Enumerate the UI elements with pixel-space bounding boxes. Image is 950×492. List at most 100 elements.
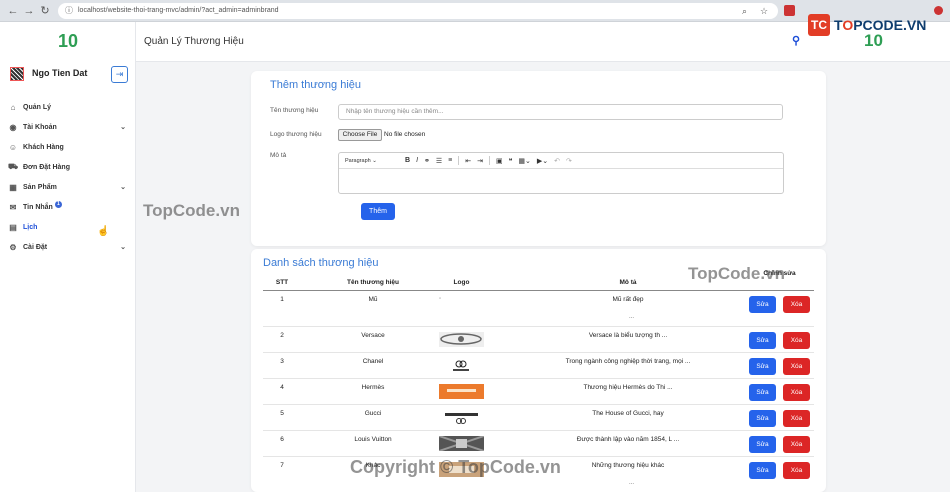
bold-icon[interactable]: B [405, 157, 410, 164]
edit-button[interactable]: Sửa [749, 436, 776, 453]
undo-icon[interactable]: ↶ [554, 157, 560, 165]
calendar-icon: ▤ [9, 222, 17, 232]
name-label: Tên thương hiệu [270, 107, 319, 114]
add-brand-button[interactable]: Thêm [361, 203, 395, 220]
delete-button[interactable]: Xóa [783, 358, 810, 375]
profile-icon[interactable] [934, 6, 943, 15]
brand-name-input[interactable]: Nhập tên thương hiệu cần thêm... [338, 104, 783, 120]
sidebar-item-tin-nhan[interactable]: ✉ Tin Nhắn 1 [8, 200, 130, 214]
paragraph-select[interactable]: Paragraph ⌄ [345, 158, 405, 164]
topcode-brand: TC TOPCODE.VN [808, 10, 932, 40]
delete-button[interactable]: Xóa [783, 436, 810, 453]
cell-name: Khác [365, 462, 381, 469]
cell-stt: 4 [280, 384, 284, 391]
edit-button[interactable]: Sửa [749, 462, 776, 479]
table-row: 6 Louis Vuitton Được thành lập vào năm 1… [263, 432, 814, 457]
edit-button[interactable]: Sửa [749, 296, 776, 313]
cell-description: Trong ngành công nghiệp thời trang, mọi … [565, 358, 691, 365]
cell-stt: 7 [280, 462, 284, 469]
outdent-icon[interactable]: ⇤ [465, 157, 471, 165]
search-icon[interactable]: ⚲ [792, 34, 800, 47]
table-row: 4 Hermès Thương hiệu Hermès do Thi ... S… [263, 380, 814, 405]
header-actions: Chỉnh sửa [763, 270, 796, 277]
watermark: TopCode.vn [143, 201, 240, 220]
forward-icon[interactable]: → [22, 4, 36, 18]
star-icon[interactable]: ☆ [760, 3, 768, 19]
sidebar-item-don-dat-hang[interactable]: ⛟ Đơn Đặt Hàng [8, 160, 130, 174]
gear-icon: ⚙ [9, 242, 17, 252]
logo-label: Logo thương hiệu [270, 131, 322, 138]
brand-list-title: Danh sách thương hiệu [263, 257, 379, 269]
hermes-logo [439, 384, 484, 399]
image-icon[interactable]: ▣ [496, 157, 503, 165]
description-editor[interactable]: Paragraph ⌄ B I ⚭ ☰ ≡ ⇤ ⇥ ▣ ❝ ▦⌄ ▶⌄ ↶ ↷ [338, 152, 784, 194]
sidebar-item-lich[interactable]: ▤ Lịch [8, 220, 130, 234]
gucci-logo [439, 410, 484, 425]
cell-description: Versace là biểu tượng th ... [588, 332, 668, 339]
numbered-list-icon[interactable]: ≡ [448, 157, 452, 164]
cell-description: Mũ rất đẹp [612, 296, 644, 303]
page-title: Quản Lý Thương Hiệu [144, 36, 244, 47]
sidebar-item-tai-khoan[interactable]: ◉ Tài Khoản ⌄ [8, 120, 130, 134]
cart-icon: ⛟ [8, 162, 19, 171]
delete-button[interactable]: Xóa [783, 410, 810, 427]
delete-button[interactable]: Xóa [783, 296, 810, 313]
table-icon[interactable]: ▦⌄ [518, 157, 530, 165]
cell-name: Mũ [368, 296, 378, 303]
sidebar-item-cai-dat[interactable]: ⚙ Cài Đặt ⌄ [8, 240, 130, 254]
redo-icon[interactable]: ↷ [566, 157, 572, 165]
italic-icon[interactable]: I [416, 157, 418, 164]
edit-button[interactable]: Sửa [749, 384, 776, 401]
zoom-icon[interactable]: ⌕ [742, 3, 747, 19]
chevron-down-icon: ⌄ [120, 124, 126, 131]
sidebar-logo[interactable]: 10 [58, 31, 78, 52]
delete-button[interactable]: Xóa [783, 462, 810, 479]
description-label: Mô tả [270, 152, 287, 159]
extension-icon[interactable] [784, 5, 795, 16]
delete-button[interactable]: Xóa [783, 384, 810, 401]
user-box: Ngo Tien Dat ⇥ [8, 66, 130, 84]
bullet-list-icon[interactable]: ☰ [436, 157, 442, 165]
edit-button[interactable]: Sửa [749, 332, 776, 349]
logout-button[interactable]: ⇥ [111, 66, 128, 83]
cell-name: Versace [361, 332, 385, 339]
username: Ngo Tien Dat [32, 68, 88, 78]
chevron-down-icon: ⌄ [120, 184, 126, 191]
sidebar-item-quan-ly[interactable]: ⌂ Quản Lý [8, 100, 130, 114]
brand-list-card: Danh sách thương hiệu STT Tên thương hiệ… [251, 249, 826, 492]
header-name: Tên thương hiệu [347, 279, 399, 286]
cell-description: Được thành lập vào năm 1854, L ... [576, 436, 680, 443]
link-icon[interactable]: ⚭ [424, 157, 430, 165]
info-icon[interactable]: ⓘ [65, 3, 73, 19]
cell-stt: 2 [280, 332, 284, 339]
media-icon[interactable]: ▶⌄ [537, 157, 548, 165]
toolbar-divider [458, 156, 460, 165]
editor-toolbar: Paragraph ⌄ B I ⚭ ☰ ≡ ⇤ ⇥ ▣ ❝ ▦⌄ ▶⌄ ↶ ↷ [339, 153, 783, 169]
table-row: 2 Versace Versace là biểu tượng th ... S… [263, 328, 814, 353]
cell-stt: 1 [280, 296, 284, 303]
cell-ellipsis: ... [629, 314, 635, 320]
other-brand-logo [439, 462, 484, 477]
table-header: STT Tên thương hiệu Logo Mô tả Chỉnh sửa [263, 270, 814, 291]
edit-button[interactable]: Sửa [749, 358, 776, 375]
sidebar-item-khach-hang[interactable]: ☺ Khách Hàng [8, 140, 130, 154]
table-row: 3 Chanel Trong ngành công nghiệp thời tr… [263, 354, 814, 379]
toolbar-divider [489, 156, 491, 165]
back-icon[interactable]: ← [6, 4, 20, 18]
edit-button[interactable]: Sửa [749, 410, 776, 427]
choose-file-button[interactable]: Choose File [338, 129, 382, 141]
cell-description: Những thương hiệu khác [591, 462, 665, 469]
header-description: Mô tả [619, 279, 637, 286]
cell-name: Hermès [361, 384, 385, 391]
broken-image-icon: ▫ [439, 296, 442, 302]
cell-description: The House of Gucci, hay [592, 410, 664, 417]
url-bar[interactable]: ⓘ localhost/website-thoi-trang-mvc/admin… [58, 3, 778, 19]
indent-icon[interactable]: ⇥ [477, 157, 483, 165]
quote-icon[interactable]: ❝ [509, 157, 513, 165]
chanel-logo [439, 358, 484, 373]
versace-logo [439, 332, 484, 347]
delete-button[interactable]: Xóa [783, 332, 810, 349]
cell-stt: 6 [280, 436, 284, 443]
reload-icon[interactable]: ↻ [38, 4, 52, 18]
sidebar-item-san-pham[interactable]: ▦ Sản Phẩm ⌄ [8, 180, 130, 194]
